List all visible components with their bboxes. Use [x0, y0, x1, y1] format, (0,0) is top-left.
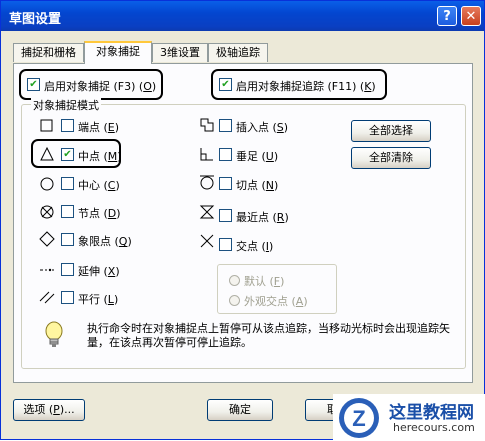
extension-icon	[40, 268, 54, 272]
nearest-checkbox[interactable]	[219, 209, 232, 222]
perpendicular-checkbox[interactable]	[219, 148, 232, 161]
intersection-icon	[200, 234, 214, 248]
perpendicular-icon	[200, 148, 213, 161]
center-icon	[40, 177, 54, 191]
center-label[interactable]: 中心 (C)	[78, 177, 120, 193]
quadrant-label[interactable]: 象限点 (Q)	[78, 233, 132, 249]
parallel-checkbox[interactable]	[61, 291, 74, 304]
apparent-intersection-label[interactable]: 外观交点 (A)	[244, 293, 308, 309]
options-button[interactable]: 选项 (P)...	[13, 399, 85, 421]
lightbulb-icon	[45, 321, 63, 347]
intersection-checkbox[interactable]	[219, 238, 232, 251]
midpoint-icon	[40, 146, 54, 161]
midpoint-label[interactable]: 中点 (M)	[78, 148, 122, 164]
intersection-label[interactable]: 交点 (I)	[236, 238, 273, 254]
tab-polar-tracking[interactable]: 极轴追踪	[208, 43, 268, 62]
snap-modes-title: 对象捕捉模式	[31, 97, 101, 113]
watermark-logo: Z	[339, 398, 379, 438]
node-label[interactable]: 节点 (D)	[78, 205, 121, 221]
title-bar[interactable]: 草图设置 ? ✕	[1, 1, 484, 31]
node-checkbox[interactable]	[61, 205, 74, 218]
midpoint-checkbox[interactable]: ✔	[61, 148, 74, 161]
node-icon	[40, 205, 54, 219]
insertion-label[interactable]: 插入点 (S)	[236, 119, 288, 135]
apparent-intersection-radio[interactable]	[229, 295, 240, 306]
ok-button[interactable]: 确定	[207, 399, 273, 421]
enable-snap-checkbox[interactable]: ✔	[27, 78, 40, 91]
extension-label[interactable]: 延伸 (X)	[78, 263, 120, 279]
tab-3d-settings[interactable]: 3维设置	[152, 43, 208, 62]
parallel-label[interactable]: 平行 (L)	[78, 291, 118, 307]
dialog-window: 草图设置 ? ✕ 捕捉和栅格 对象捕捉 3维设置 极轴追踪 ✔ 启用对象捕捉 (…	[0, 0, 485, 441]
insertion-icon	[200, 118, 214, 132]
enable-track-checkbox[interactable]: ✔	[219, 78, 232, 91]
tab-snap-grid[interactable]: 捕捉和栅格	[13, 43, 84, 62]
help-button[interactable]: ?	[437, 6, 457, 26]
tangent-checkbox[interactable]	[219, 177, 232, 190]
watermark: Z 这里教程网 herecours.com	[333, 394, 485, 441]
watermark-title: 这里教程网	[389, 403, 474, 423]
quadrant-icon	[39, 231, 55, 247]
close-button[interactable]: ✕	[461, 6, 481, 26]
svg-text:Z: Z	[352, 406, 365, 431]
endpoint-icon	[40, 119, 53, 132]
clear-all-button[interactable]: 全部清除	[351, 147, 431, 169]
nearest-icon	[199, 205, 215, 219]
center-checkbox[interactable]	[61, 177, 74, 190]
endpoint-checkbox[interactable]	[61, 119, 74, 132]
enable-track-label[interactable]: 启用对象捕捉追踪 (F11) (K)	[236, 78, 376, 94]
quadrant-checkbox[interactable]	[61, 233, 74, 246]
tangent-icon	[200, 175, 214, 190]
window-title: 草图设置	[9, 12, 62, 27]
parallel-icon	[39, 291, 55, 304]
default-radio-label[interactable]: 默认 (F)	[244, 273, 284, 289]
select-all-button[interactable]: 全部选择	[351, 120, 431, 142]
nearest-label[interactable]: 最近点 (R)	[236, 209, 289, 225]
tab-object-snap[interactable]: 对象捕捉	[84, 41, 152, 64]
insertion-checkbox[interactable]	[219, 119, 232, 132]
extension-checkbox[interactable]	[61, 263, 74, 276]
enable-snap-label[interactable]: 启用对象捕捉 (F3) (O)	[44, 78, 156, 94]
tracking-info-text: 执行命令时在对象捕捉点上暂停可从该点追踪，当移动光标时会出现追踪矢量，在该点再次…	[87, 322, 450, 349]
tangent-label[interactable]: 切点 (N)	[236, 177, 278, 193]
watermark-url: herecours.com	[393, 421, 475, 434]
endpoint-label[interactable]: 端点 (E)	[78, 119, 119, 135]
perpendicular-label[interactable]: 垂足 (U)	[236, 148, 278, 164]
default-radio[interactable]	[229, 275, 240, 286]
